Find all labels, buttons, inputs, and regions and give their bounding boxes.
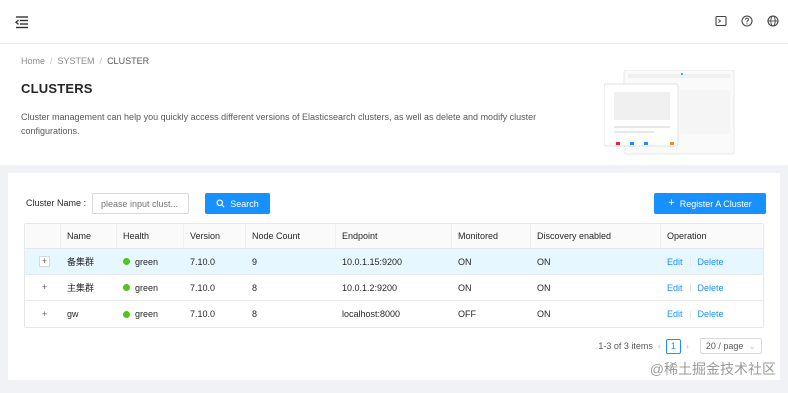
- edit-link[interactable]: Edit: [667, 283, 683, 293]
- cell-version: 7.10.0: [190, 256, 216, 267]
- table-header: Name Health Version Node Count Endpoint …: [25, 224, 763, 249]
- pagination-total: 1-3 of 3 items: [598, 341, 653, 351]
- page-size-select[interactable]: 20 / page ⌄: [699, 338, 762, 354]
- health-text: green: [135, 256, 159, 267]
- cell-endpoint: 10.0.1.15:9200: [342, 256, 403, 267]
- column-header-node-count[interactable]: Node Count: [246, 224, 336, 248]
- cell-node-count: 8: [252, 309, 258, 319]
- page-title: CLUSTERS: [21, 81, 93, 96]
- cluster-name-input[interactable]: [92, 193, 189, 214]
- delete-link[interactable]: Delete: [698, 309, 724, 319]
- delete-link[interactable]: Delete: [698, 257, 724, 267]
- breadcrumb: Home / SYSTEM / CLUSTER: [21, 56, 150, 66]
- register-cluster-button[interactable]: + Register A Cluster: [654, 193, 766, 214]
- register-button-label: Register A Cluster: [679, 198, 752, 209]
- cell-health: green: [117, 301, 184, 327]
- expand-row-icon[interactable]: +: [39, 282, 50, 293]
- language-icon[interactable]: [766, 14, 780, 28]
- cell-endpoint: 10.0.1.2:9200: [342, 282, 398, 293]
- cell-discovery: ON: [537, 282, 551, 293]
- cell-node-count: 9: [252, 256, 258, 267]
- page-description: Cluster management can help you quickly …: [21, 112, 537, 136]
- pagination: 1-3 of 3 items ‹ 1 › 20 / page ⌄: [598, 338, 762, 354]
- header-illustration: [604, 70, 735, 155]
- table-row[interactable]: + 主集群 green 7.10.0 8 10.0.1.2:9200 ON ON…: [25, 275, 763, 301]
- plus-icon: +: [668, 197, 675, 209]
- breadcrumb-cluster: CLUSTER: [107, 56, 150, 66]
- search-button[interactable]: Search: [205, 193, 270, 214]
- health-dot-icon: [123, 310, 130, 318]
- expand-row-icon[interactable]: +: [39, 309, 50, 320]
- column-header-endpoint[interactable]: Endpoint: [336, 224, 452, 248]
- chevron-down-icon: ⌄: [748, 340, 756, 351]
- menu-fold-icon[interactable]: [14, 14, 30, 30]
- cell-operation: Edit Delete: [661, 249, 765, 274]
- edit-link[interactable]: Edit: [667, 309, 683, 319]
- page-header: Home / SYSTEM / CLUSTER CLUSTERS Cluster man…: [0, 44, 788, 165]
- cell-name: gw: [67, 309, 79, 319]
- breadcrumb-system[interactable]: SYSTEM: [58, 56, 95, 66]
- cell-node-count: 8: [252, 282, 258, 293]
- cell-name: 主集群: [67, 283, 95, 293]
- cell-health: green: [117, 275, 184, 300]
- column-header-discovery-enabled[interactable]: Discovery enabled: [531, 224, 661, 248]
- cell-operation: Edit Delete: [661, 275, 765, 300]
- health-dot-icon: [123, 284, 130, 291]
- cell-endpoint: localhost:8000: [342, 309, 401, 319]
- cell-version: 7.10.0: [190, 282, 216, 293]
- prev-page-icon[interactable]: ‹: [658, 341, 661, 351]
- clusters-table: Name Health Version Node Count Endpoint …: [24, 223, 764, 328]
- health-dot-icon: [123, 258, 130, 265]
- page-size-value: 20 / page: [705, 341, 744, 351]
- column-header-version[interactable]: Version: [184, 224, 246, 248]
- health-text: green: [135, 282, 159, 293]
- page-number[interactable]: 1: [665, 338, 681, 354]
- top-bar: [0, 0, 788, 44]
- column-header-operation: Operation: [667, 231, 707, 241]
- expand-row-icon[interactable]: +: [39, 256, 50, 267]
- cell-monitored: OFF: [458, 309, 476, 319]
- cell-version: 7.10.0: [190, 309, 216, 319]
- cell-health: green: [117, 249, 184, 274]
- search-button-label: Search: [230, 198, 259, 209]
- search-icon: [216, 199, 225, 208]
- cell-discovery: ON: [537, 256, 551, 267]
- watermark: @稀土掘金技术社区: [649, 361, 776, 377]
- cell-discovery: ON: [537, 309, 551, 319]
- cell-name: 备集群: [67, 257, 95, 267]
- console-icon[interactable]: [714, 14, 728, 28]
- table-row[interactable]: + gw green 7.10.0 8 localhost:8000 OFF O…: [25, 301, 763, 327]
- column-header-monitored[interactable]: Monitored: [452, 224, 531, 248]
- next-page-icon[interactable]: ›: [686, 341, 689, 351]
- health-text: green: [135, 309, 159, 319]
- cell-operation: Edit Delete: [661, 301, 765, 327]
- edit-link[interactable]: Edit: [667, 257, 683, 267]
- cell-monitored: ON: [458, 256, 472, 267]
- cluster-name-label: Cluster Name :: [26, 198, 87, 208]
- delete-link[interactable]: Delete: [698, 283, 724, 293]
- clusters-card: Cluster Name : Search + Register A Clust…: [8, 173, 780, 380]
- column-header-name[interactable]: Name: [61, 224, 117, 248]
- column-header-health[interactable]: Health: [117, 224, 184, 248]
- cell-monitored: ON: [458, 282, 472, 293]
- help-icon[interactable]: [740, 14, 754, 28]
- table-row[interactable]: + 备集群 green 7.10.0 9 10.0.1.15:9200 ON O…: [25, 249, 763, 275]
- breadcrumb-home[interactable]: Home: [21, 56, 45, 66]
